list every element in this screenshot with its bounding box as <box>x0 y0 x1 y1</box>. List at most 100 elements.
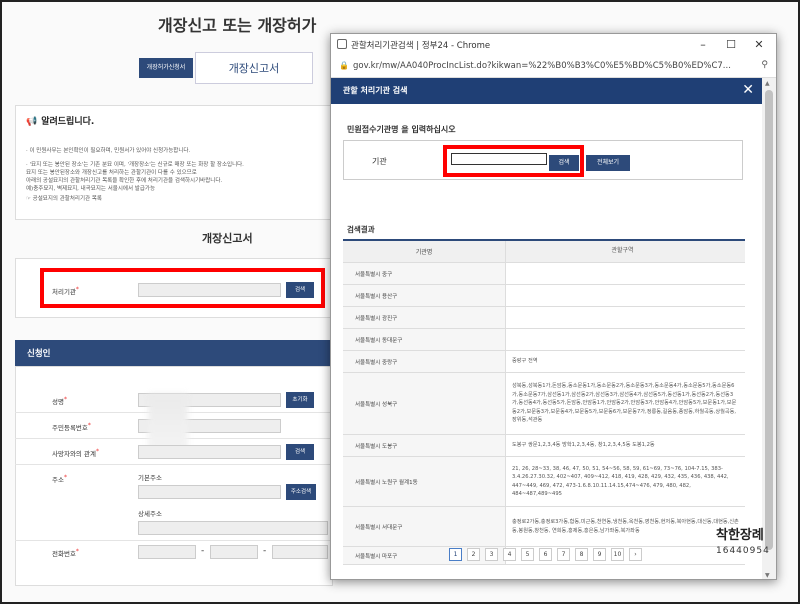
page-title: 개장신고 또는 개장허가 <box>158 16 317 35</box>
phone-part3[interactable] <box>272 545 328 559</box>
next-page-button[interactable]: › <box>629 548 642 561</box>
highlight-box <box>40 268 325 308</box>
agency-field-label: 기관 <box>372 157 387 166</box>
dialog-title: 관할 처리기관 검색 <box>343 86 408 95</box>
reset-button[interactable]: 초기화 <box>286 392 314 408</box>
window-titlebar: 관할처리기관검색 | 정부24 - Chrome – ☐ ✕ <box>331 34 776 56</box>
area-cell: 중랑구 전역 <box>512 358 538 365</box>
highlight-box <box>443 145 584 177</box>
maximize-icon[interactable]: ☐ <box>718 36 744 54</box>
page-icon <box>337 39 347 49</box>
area-cell: 성북동,성북동1가,돈암동,동소문동1가,동소문동2가,동소문동3가,동소문동4… <box>512 383 737 424</box>
tab-permit[interactable]: 개장허가신청서 <box>139 58 193 78</box>
relation-input[interactable] <box>138 445 281 459</box>
table-row[interactable]: 서울특별시 성북구 성북동,성북동1가,돈암동,동소문동1가,동소문동2가,동소문… <box>343 373 745 435</box>
tab-report[interactable]: 개장신고서 <box>195 52 313 84</box>
page-button[interactable]: 6 <box>539 548 552 561</box>
agency-cell[interactable]: 서울특별시 마포구 <box>343 547 506 564</box>
page-button[interactable]: 1 <box>449 548 462 561</box>
agency-cell[interactable]: 서울특별시 성북구 <box>343 373 506 434</box>
brand-watermark: 착한장례 <box>716 528 764 543</box>
window-title: 관할처리기관검색 | 정부24 - Chrome <box>351 41 491 51</box>
phone-dash: - <box>201 546 205 556</box>
area-cell <box>506 285 745 306</box>
results-label: 검색결과 <box>347 225 375 234</box>
cemetery-list-link[interactable]: ☞ 공설묘지의 관할처리기관 목록 <box>26 194 102 202</box>
area-cell <box>506 263 745 284</box>
phone-label: 전화번호* <box>52 548 79 558</box>
zoom-icon[interactable]: ⚲ <box>761 60 768 70</box>
page-button[interactable]: 3 <box>485 548 498 561</box>
agency-cell[interactable]: 서울특별시 동대문구 <box>343 329 506 350</box>
relation-label: 사망자와의 관계* <box>52 448 99 458</box>
area-cell: 도봉구 쌍문1,2,3,4동 방학1,2,3,4동, 창1,2,3,4,5동 도… <box>512 442 655 449</box>
table-row[interactable]: 서울특별시 노원구 월계1동 21, 26, 28~33, 38, 46, 47,… <box>343 457 745 507</box>
notice-line: 아래의 공설묘지의 관할처리기관 목록을 확인한 후에 처리기관을 검색하시기바… <box>26 178 223 184</box>
notice-box: 📢 알려드립니다. · 이 민원사무는 본인확인이 필요하며, 민원서가 있어야 … <box>15 105 333 220</box>
agency-cell[interactable]: 서울특별시 중랑구 <box>343 351 506 372</box>
notice-heading: 📢 알려드립니다. <box>26 117 95 127</box>
address-label: 주소* <box>52 474 67 484</box>
table-row[interactable]: 서울특별시 광진구 <box>343 307 745 329</box>
page-button[interactable]: 2 <box>467 548 480 561</box>
notice-line: 묘지 또는 봉안된장소와 개장신고를 처리하는 관할기관이 다를 수 있으므로 <box>26 170 197 176</box>
table-row[interactable]: 서울특별시 서대문구 충정로2가동,충정로3가동,합동,미근동,천연동,냉천동,옥… <box>343 507 745 547</box>
page-button[interactable]: 8 <box>575 548 588 561</box>
dialog-header: 관할 처리기관 검색 ✕ <box>331 78 764 104</box>
megaphone-icon: 📢 <box>26 117 38 127</box>
agency-cell[interactable]: 서울특별시 용산구 <box>343 285 506 306</box>
url-text[interactable]: gov.kr/mw/AA040ProcIncList.do?kikwan=%22… <box>353 61 753 71</box>
agency-cell[interactable]: 서울특별시 광진구 <box>343 307 506 328</box>
table-row[interactable]: 서울특별시 용산구 <box>343 285 745 307</box>
redacted-area <box>148 394 188 452</box>
name-label: 성명* <box>52 396 67 406</box>
page-button[interactable]: 10 <box>611 548 624 561</box>
scroll-down-icon[interactable]: ▼ <box>765 572 770 579</box>
area-cell <box>506 307 745 328</box>
close-window-icon[interactable]: ✕ <box>746 36 772 54</box>
agency-cell[interactable]: 서울특별시 노원구 월계1동 <box>343 457 506 506</box>
agency-cell[interactable]: 서울특별시 서대문구 <box>343 507 506 546</box>
table-row[interactable]: 서울특별시 중랑구 중랑구 전역 <box>343 351 745 373</box>
detail-address-input[interactable] <box>138 521 328 535</box>
page-button[interactable]: 4 <box>503 548 516 561</box>
address-search-button[interactable]: 주소검색 <box>286 484 316 500</box>
relation-search-button[interactable]: 검색 <box>286 444 314 460</box>
minimize-icon[interactable]: – <box>690 36 716 54</box>
agency-cell[interactable]: 서울특별시 중구 <box>343 263 506 284</box>
scrollbar[interactable]: ▲ ▼ <box>762 78 776 579</box>
applicant-bar: 신청인 <box>15 340 333 366</box>
phone-dash: - <box>263 546 267 556</box>
page-button[interactable]: 5 <box>521 548 534 561</box>
scroll-up-icon[interactable]: ▲ <box>765 80 770 87</box>
page-button[interactable]: 7 <box>557 548 570 561</box>
notice-line: 예)충주묘지, 벽제묘지, 내곡묘지는 서울시에서 발급가능 <box>26 186 156 192</box>
address-bar[interactable]: 🔒 gov.kr/mw/AA040ProcIncList.do?kikwan=%… <box>331 56 776 78</box>
phone-part2[interactable] <box>210 545 258 559</box>
table-row[interactable]: 서울특별시 중구 <box>343 263 745 285</box>
brand-phone: 16440954 <box>716 546 770 556</box>
agency-cell[interactable]: 서울특별시 도봉구 <box>343 435 506 456</box>
lock-icon: 🔒 <box>339 61 349 70</box>
basic-address-label: 기본주소 <box>138 474 162 482</box>
table-row[interactable]: 서울특별시 도봉구 도봉구 쌍문1,2,3,4동 방학1,2,3,4동, 창1,2… <box>343 435 745 457</box>
area-cell: 21, 26, 28~33, 38, 46, 47, 50, 51, 54~56… <box>512 465 729 497</box>
table-row[interactable]: 서울특별시 동대문구 <box>343 329 745 351</box>
page-button[interactable]: 9 <box>593 548 606 561</box>
col-agency: 기관명 <box>343 241 506 262</box>
results-table: 기관명 관할구역 서울특별시 중구 서울특별시 용산구 서울특별시 광진구 서울특별시… <box>343 239 745 565</box>
notice-line: · '묘지 또는 봉안된 장소'는 기존 분묘 이며, '개장장소'는 신규로 … <box>26 162 244 168</box>
divider <box>15 540 333 541</box>
notice-line: · 이 민원사무는 본인확인이 필요하며, 민원서가 있어야 신청가능합니다. <box>26 148 191 154</box>
dialog-close-icon[interactable]: ✕ <box>742 82 754 98</box>
detail-address-label: 상세주소 <box>138 510 162 518</box>
scrollbar-thumb[interactable] <box>765 90 773 550</box>
area-cell: 충정로2가동,충정로3가동,합동,미근동,천연동,냉천동,옥천동,영천동,현저동… <box>512 519 739 534</box>
phone-part1[interactable] <box>138 545 196 559</box>
instruction-text: 민원접수기관명 을 입력하십시오 <box>347 125 456 134</box>
table-header: 기관명 관할구역 <box>343 241 745 263</box>
view-all-button[interactable]: 전체보기 <box>586 155 630 171</box>
divider <box>15 464 333 465</box>
chrome-popup-window: 관할처리기관검색 | 정부24 - Chrome – ☐ ✕ 🔒 gov.kr/… <box>330 33 777 580</box>
basic-address-input[interactable] <box>138 485 281 499</box>
